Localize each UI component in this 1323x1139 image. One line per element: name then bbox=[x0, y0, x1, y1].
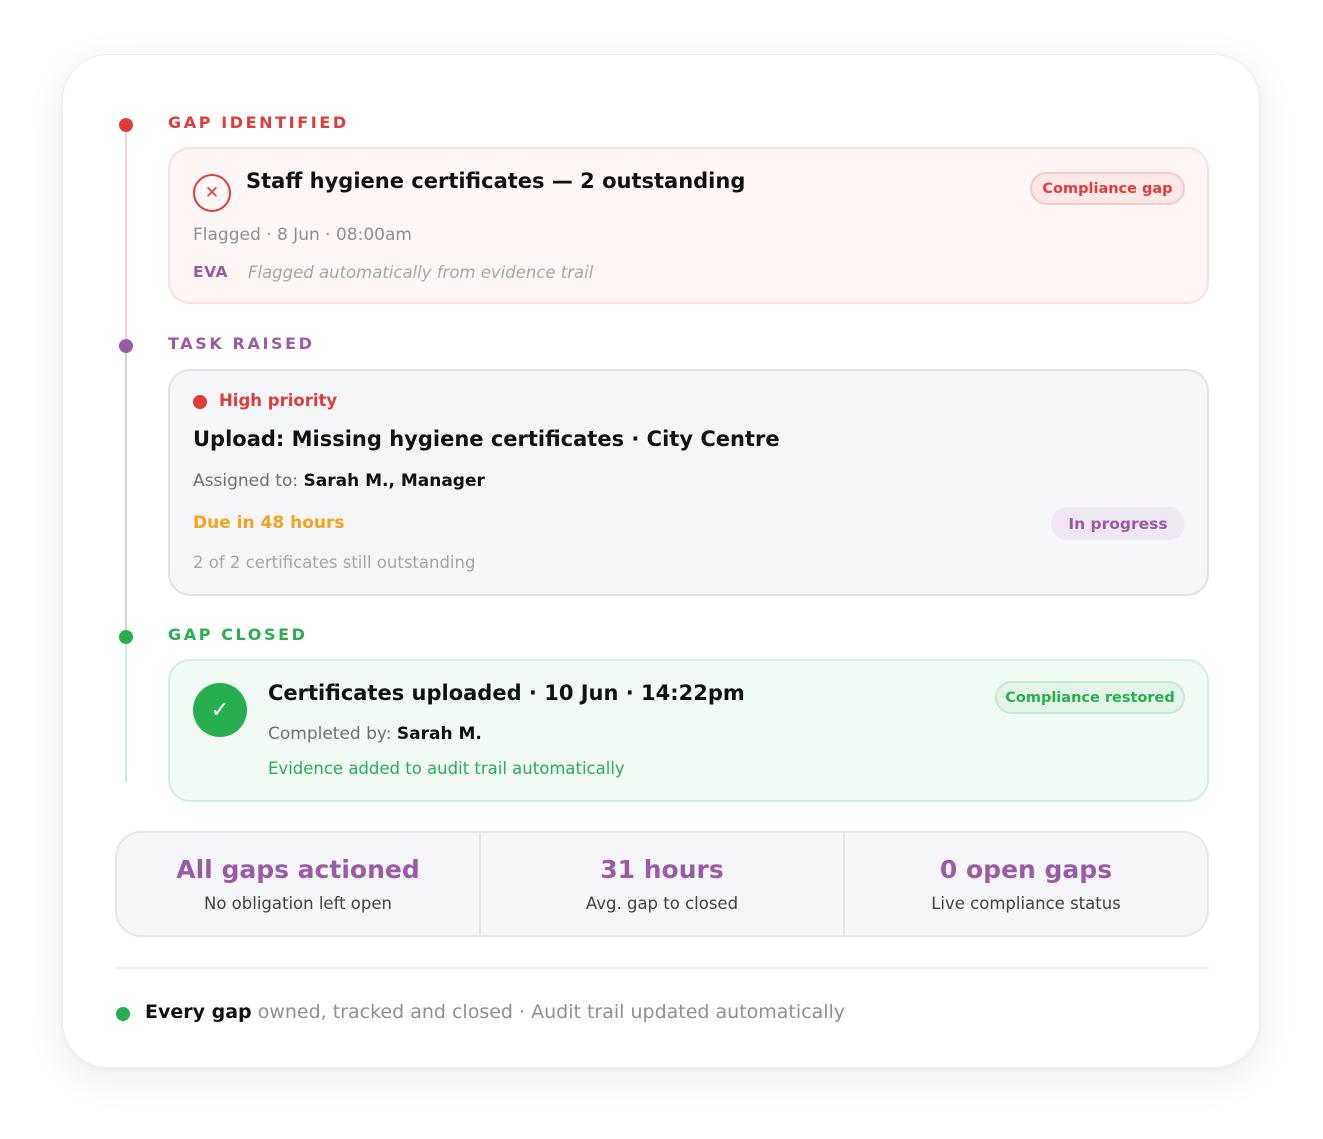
compliance-timeline-card: GAP IDENTIFIED ✕ Staff hygiene certifica… bbox=[62, 54, 1260, 1068]
stat-avg-time: 31 hours Avg. gap to closed bbox=[479, 833, 843, 935]
gap-title: Staff hygiene certificates — 2 outstandi… bbox=[246, 169, 746, 193]
compliance-gap-badge: Compliance gap bbox=[1030, 172, 1185, 205]
footer-summary-bold: Every gap bbox=[145, 1001, 252, 1023]
stage-label-gap-closed: GAP CLOSED bbox=[168, 625, 308, 644]
divider bbox=[115, 967, 1209, 969]
gap-flagged-meta: Flagged · 8 Jun · 08:00am bbox=[193, 225, 412, 245]
stat-label: Avg. gap to closed bbox=[585, 894, 739, 913]
timeline-line-gap bbox=[125, 127, 127, 349]
timeline-dot-closed bbox=[119, 630, 133, 644]
stage-label-task-raised: TASK RAISED bbox=[168, 334, 315, 353]
gap-identified-panel[interactable]: ✕ Staff hygiene certificates — 2 outstan… bbox=[168, 147, 1209, 304]
task-assigned: Assigned to: Sarah M., Manager bbox=[193, 471, 485, 491]
stat-value: All gaps actioned bbox=[176, 855, 420, 884]
footer-summary: Every gap owned, tracked and closed · Au… bbox=[145, 1001, 845, 1023]
timeline-line-closed bbox=[125, 637, 127, 782]
completed-by: Completed by: Sarah M. bbox=[268, 724, 482, 744]
stat-value: 0 open gaps bbox=[939, 855, 1113, 884]
task-outstanding-count: 2 of 2 certificates still outstanding bbox=[193, 553, 476, 572]
stat-label: No obligation left open bbox=[203, 894, 392, 913]
priority-dot bbox=[193, 395, 207, 409]
gap-source-label: EVA bbox=[193, 263, 229, 281]
stat-open-gaps: 0 open gaps Live compliance status bbox=[843, 833, 1207, 935]
closed-title: Certificates uploaded · 10 Jun · 14:22pm bbox=[268, 681, 745, 705]
task-due: Due in 48 hours bbox=[193, 513, 345, 533]
evidence-note: Evidence added to audit trail automatica… bbox=[268, 759, 625, 778]
timeline-dot-gap bbox=[119, 118, 133, 132]
task-status-badge: In progress bbox=[1051, 507, 1185, 540]
footer-summary-rest: owned, tracked and closed · Audit trail … bbox=[251, 1001, 846, 1023]
timeline-line-task bbox=[125, 349, 127, 637]
status-dot bbox=[116, 1007, 130, 1021]
stats-bar: All gaps actioned No obligation left ope… bbox=[115, 831, 1209, 937]
completed-by-name: Sarah M. bbox=[396, 724, 482, 744]
stage-label-gap-identified: GAP IDENTIFIED bbox=[168, 113, 349, 132]
stat-value: 31 hours bbox=[600, 855, 724, 884]
check-circle-icon: ✓ bbox=[193, 683, 247, 737]
timeline-dot-task bbox=[119, 339, 133, 353]
task-assigned-prefix: Assigned to: bbox=[193, 471, 299, 491]
stat-label: Live compliance status bbox=[931, 894, 1121, 913]
stat-gaps-actioned: All gaps actioned No obligation left ope… bbox=[117, 833, 479, 935]
x-circle-icon: ✕ bbox=[193, 174, 231, 212]
completed-by-prefix: Completed by: bbox=[268, 724, 392, 744]
priority-label: High priority bbox=[219, 391, 338, 410]
task-title: Upload: Missing hygiene certificates · C… bbox=[193, 427, 780, 451]
compliance-restored-badge: Compliance restored bbox=[995, 681, 1185, 714]
gap-closed-panel[interactable]: ✓ Certificates uploaded · 10 Jun · 14:22… bbox=[168, 659, 1209, 802]
gap-source-note: Flagged automatically from evidence trai… bbox=[248, 263, 594, 282]
task-assignee: Sarah M., Manager bbox=[303, 471, 485, 491]
task-raised-panel[interactable]: High priority Upload: Missing hygiene ce… bbox=[168, 369, 1209, 596]
